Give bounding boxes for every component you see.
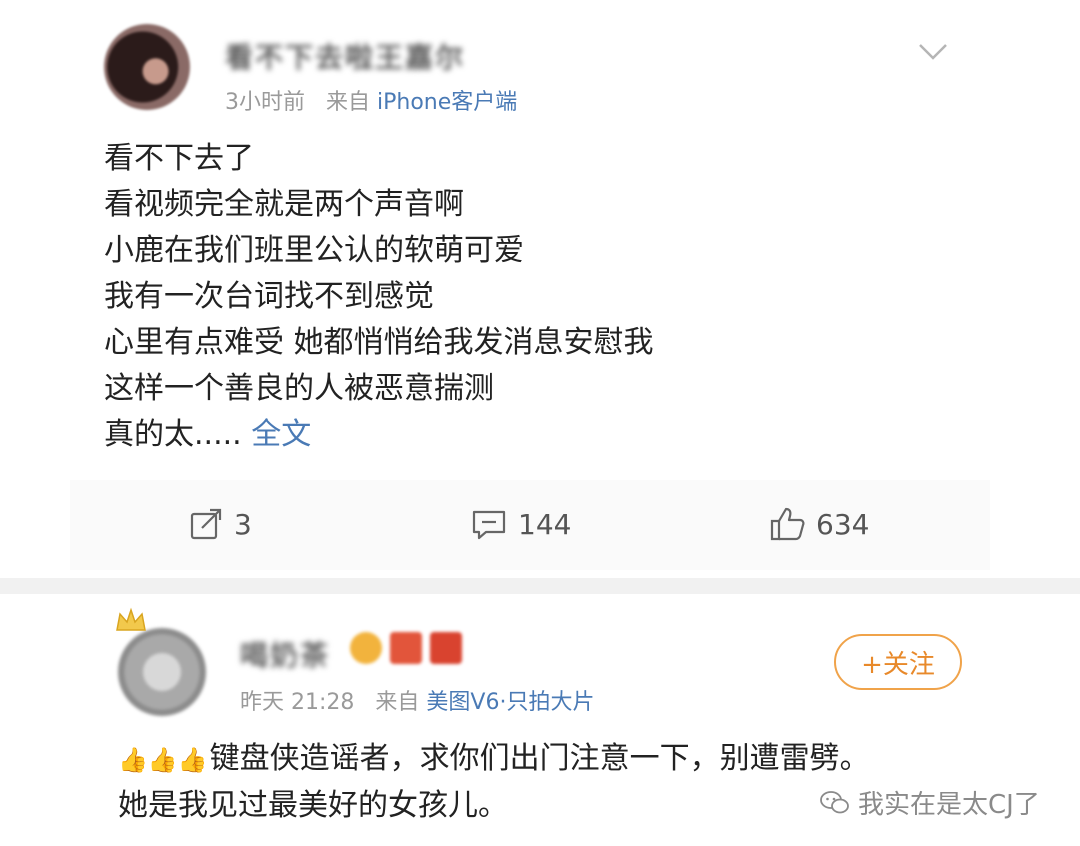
full-text-link[interactable]: 全文 [251, 417, 311, 452]
follow-button[interactable]: +关注 [834, 634, 962, 690]
comment-meta: 昨天 21:28 来自 美图V6·只拍大片 [240, 684, 594, 716]
post-body: 看不下去了 看视频完全就是两个声音啊 小鹿在我们班里公认的软萌可爱 我有一次台词… [104, 136, 654, 458]
post-author-avatar[interactable] [104, 24, 190, 110]
post-source[interactable]: iPhone客户端 [377, 90, 517, 115]
crown-icon [116, 607, 146, 631]
watermark: 我实在是太CJ了 [820, 784, 1040, 821]
comment-text-2: 她是我见过最美好的女孩儿。 [118, 788, 508, 823]
like-icon [770, 507, 805, 541]
section-divider [0, 578, 1080, 594]
comment-count: 144 [518, 507, 572, 541]
repost-count: 3 [234, 507, 252, 541]
comment-author-name[interactable]: 喝奶茶 [240, 634, 330, 674]
post-line: 看不下去了 [104, 141, 254, 176]
post-last-line: 真的太..... [104, 417, 242, 452]
chevron-down-icon[interactable] [916, 34, 950, 68]
comment-line: 👍👍👍键盘侠造谣者，求你们出门注意一下，别遭雷劈。 [118, 736, 870, 783]
level-badge-icon [390, 632, 422, 664]
post-author-name[interactable]: 看不下去啦王嘉尔 [225, 36, 465, 76]
post-meta: 3小时前 来自 iPhone客户端 [225, 84, 517, 116]
post-line: 看视频完全就是两个声音啊 [104, 187, 464, 222]
user-badges [350, 632, 462, 664]
comment-button[interactable]: 144 [470, 502, 571, 546]
repost-button[interactable]: 3 [188, 502, 252, 546]
post-source-prefix: 来自 [326, 90, 371, 115]
comment-source[interactable]: 美图V6·只拍大片 [426, 690, 594, 715]
like-count: 634 [816, 507, 870, 541]
watermark-text: 我实在是太CJ了 [858, 790, 1040, 820]
post-line: 我有一次台词找不到感觉 [104, 279, 434, 314]
wechat-icon [820, 790, 849, 813]
post-line: 小鹿在我们班里公认的软萌可爱 [104, 233, 524, 268]
comment-text-1: 键盘侠造谣者，求你们出门注意一下，别遭雷劈。 [209, 741, 870, 776]
like-button[interactable]: 634 [768, 502, 869, 546]
post-card: 看不下去啦王嘉尔 3小时前 来自 iPhone客户端 看不下去了 看视频完全就是… [70, 0, 990, 570]
member-badge-icon [430, 632, 462, 664]
comment-icon [472, 510, 506, 540]
comment-author-avatar[interactable] [118, 628, 206, 716]
thumbs-up-icon: 👍👍👍 [118, 746, 208, 774]
post-line: 这样一个善良的人被恶意揣测 [104, 371, 494, 406]
post-action-bar: 3 144 634 [70, 480, 990, 570]
repost-icon [190, 508, 222, 540]
comment-body: 👍👍👍键盘侠造谣者，求你们出门注意一下，别遭雷劈。 她是我见过最美好的女孩儿。 [118, 736, 870, 829]
comment-source-prefix: 来自 [375, 690, 420, 715]
vip-badge-icon [350, 632, 382, 664]
post-line: 真的太..... 全文 [104, 412, 654, 458]
post-time: 3小时前 [225, 90, 305, 115]
post-line: 心里有点难受 她都悄悄给我发消息安慰我 [104, 325, 654, 360]
comment-time: 昨天 21:28 [240, 690, 355, 715]
